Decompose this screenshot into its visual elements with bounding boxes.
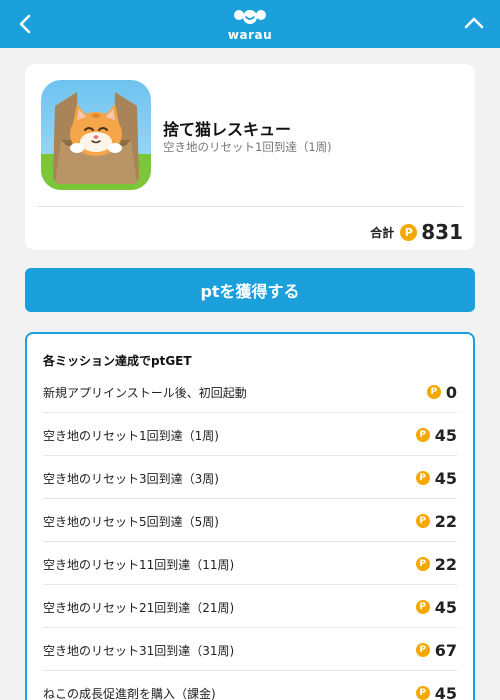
point-coin-icon: P [415,643,430,657]
app-icon-cat-in-box[interactable] [41,80,151,190]
mission-points-value: 45 [434,425,457,445]
total-label: 合計 [370,225,395,240]
mission-points-value: 22 [434,511,457,531]
mission-points: P 45 [415,595,457,619]
mission-row: 空き地のリセット5回到達（5周) P 22 [43,499,457,542]
mission-name: 空き地のリセット31回到達（31周) [43,644,235,658]
mission-name: 空き地のリセット11回到達（11周) [43,558,235,572]
mission-name: 空き地のリセット3回到達（3周) [43,472,219,486]
back-chevron-icon[interactable] [14,12,38,36]
total-value: 831 [421,220,463,244]
mission-points-value: 22 [434,554,457,574]
mission-points: P 45 [415,423,457,447]
point-coin-icon: P [415,471,430,485]
point-coin-icon: P [400,223,418,241]
get-points-button[interactable]: ptを獲得する [25,268,475,312]
mission-points: P 67 [415,638,457,662]
mission-row: 空き地のリセット21回到達（21周) P 45 [43,585,457,628]
mission-name: 空き地のリセット1回到達（1周) [43,429,219,443]
top-header: warau [0,0,500,48]
point-coin-icon: P [415,557,430,571]
collapse-chevron-icon[interactable] [462,12,486,36]
point-coin-icon: P [415,514,430,528]
mission-name: 空き地のリセット21回到達（21周) [43,601,235,615]
app-title: 捨て猫レスキュー [163,120,292,139]
card-divider [37,206,463,207]
mission-points: P 45 [415,681,457,700]
mission-points-value: 45 [434,683,457,700]
logo-mark-icon [234,10,266,24]
point-coin-icon: P [415,428,430,442]
mission-points: P 0 [426,380,457,404]
app-card: 捨て猫レスキュー 空き地のリセット1回到達（1周) 合計 P 831 [25,64,475,250]
mission-row: 空き地のリセット3回到達（3周) P 45 [43,456,457,499]
mission-points: P 22 [415,552,457,576]
mission-points-value: 67 [434,640,457,660]
mission-list: 新規アプリインストール後、初回起動 P 0 空き地のリセット1回到達（1周) P… [43,370,457,700]
mission-name: ねこの成長促進剤を購入（課金) [43,687,216,700]
total-points: 合計 P 831 [370,217,463,247]
mission-row: ねこの成長促進剤を購入（課金) P 45 [43,671,457,700]
mission-name: 空き地のリセット5回到達（5周) [43,515,219,529]
mission-points: P 45 [415,466,457,490]
mission-points-value: 0 [445,382,457,402]
point-coin-icon: P [426,385,441,399]
logo-text: warau [227,28,273,42]
app-subtitle: 空き地のリセット1回到達（1周) [163,140,332,154]
mission-name: 新規アプリインストール後、初回起動 [43,386,247,400]
mission-row: 空き地のリセット31回到達（31周) P 67 [43,628,457,671]
mission-panel: 各ミッション達成でptGET 新規アプリインストール後、初回起動 P 0 空き地… [25,332,475,700]
mission-row: 新規アプリインストール後、初回起動 P 0 [43,370,457,413]
warau-logo: warau [226,8,274,42]
point-coin-icon: P [415,600,430,614]
mission-points-value: 45 [434,597,457,617]
mission-row: 空き地のリセット11回到達（11周) P 22 [43,542,457,585]
mission-row: 空き地のリセット1回到達（1周) P 45 [43,413,457,456]
mission-points: P 22 [415,509,457,533]
mission-points-value: 45 [434,468,457,488]
point-coin-icon: P [415,686,430,700]
mission-heading: 各ミッション達成でptGET [43,354,192,368]
